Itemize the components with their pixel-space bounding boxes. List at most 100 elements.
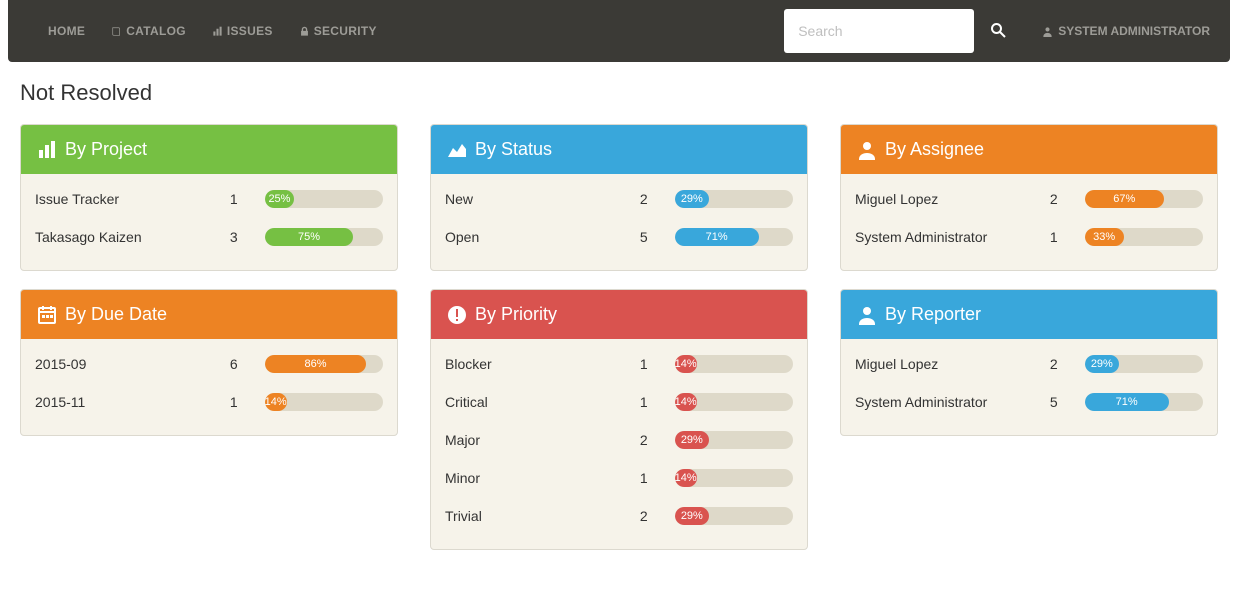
row-count: 3 bbox=[230, 229, 265, 245]
progress-track: 25% bbox=[265, 190, 383, 208]
table-row[interactable]: Critical114% bbox=[445, 383, 793, 421]
lock-icon bbox=[299, 26, 310, 37]
row-count: 5 bbox=[640, 229, 675, 245]
table-row[interactable]: Issue Tracker125% bbox=[35, 180, 383, 218]
row-label: Blocker bbox=[445, 356, 640, 372]
progress-pct: 14% bbox=[675, 472, 697, 484]
panel-title: By Status bbox=[475, 139, 552, 160]
calendar-icon bbox=[37, 305, 57, 325]
table-row[interactable]: System Administrator1 33% bbox=[855, 218, 1203, 256]
panel-title: By Project bbox=[65, 139, 147, 160]
row-label: System Administrator bbox=[855, 394, 1050, 410]
bar-chart-icon bbox=[37, 140, 57, 160]
progress-bar: 14% bbox=[675, 393, 697, 411]
page: Not Resolved By Project Issue Tracker125%… bbox=[0, 62, 1238, 568]
row-count: 1 bbox=[640, 356, 675, 372]
panel-title: By Priority bbox=[475, 304, 557, 325]
progress-pct: 71% bbox=[1116, 396, 1138, 408]
row-count: 1 bbox=[1050, 229, 1085, 245]
row-label: Miguel Lopez bbox=[855, 356, 1050, 372]
panels-grid: By ProjectIssue Tracker125%Takasago Kaiz… bbox=[20, 124, 1218, 550]
progress-pct: 75% bbox=[298, 231, 320, 243]
panel-status: By Status New229% Open5 71% bbox=[430, 124, 808, 271]
progress-bar: 25% bbox=[265, 190, 295, 208]
nav-issues-label: ISSUES bbox=[227, 24, 273, 38]
panel-body: Miguel Lopez229% System Administrator5 71% bbox=[841, 339, 1217, 435]
nav-catalog[interactable]: CATALOG bbox=[111, 24, 186, 38]
progress-pct: 33% bbox=[1093, 231, 1115, 243]
table-row[interactable]: Miguel Lopez229% bbox=[855, 345, 1203, 383]
row-label: Takasago Kaizen bbox=[35, 229, 230, 245]
table-row[interactable]: 2015-11114% bbox=[35, 383, 383, 421]
book-icon bbox=[111, 26, 122, 37]
progress-pct: 71% bbox=[706, 231, 728, 243]
user-icon bbox=[857, 305, 877, 325]
progress-bar: 71% bbox=[675, 228, 759, 246]
table-row[interactable]: New229% bbox=[445, 180, 793, 218]
nav-home-label: HOME bbox=[48, 24, 85, 38]
panel-head-priority: By Priority bbox=[431, 290, 807, 339]
progress-pct: 29% bbox=[681, 510, 703, 522]
nav-user[interactable]: SYSTEM ADMINISTRATOR bbox=[1042, 24, 1210, 38]
row-count: 1 bbox=[640, 394, 675, 410]
panel-project: By ProjectIssue Tracker125%Takasago Kaiz… bbox=[20, 124, 398, 271]
progress-track: 67% bbox=[1085, 190, 1203, 208]
row-label: 2015-09 bbox=[35, 356, 230, 372]
row-count: 2 bbox=[1050, 191, 1085, 207]
progress-bar: 33% bbox=[1085, 228, 1124, 246]
area-chart-icon bbox=[447, 140, 467, 160]
row-label: Minor bbox=[445, 470, 640, 486]
row-label: Trivial bbox=[445, 508, 640, 524]
nav-issues[interactable]: ISSUES bbox=[212, 24, 273, 38]
table-row[interactable]: Open5 71% bbox=[445, 218, 793, 256]
table-row[interactable]: Takasago Kaizen3 75% bbox=[35, 218, 383, 256]
user-icon bbox=[857, 140, 877, 160]
table-row[interactable]: Minor114% bbox=[445, 459, 793, 497]
row-count: 5 bbox=[1050, 394, 1085, 410]
progress-pct: 25% bbox=[268, 193, 290, 205]
table-row[interactable]: Trivial2 29% bbox=[445, 497, 793, 535]
table-row[interactable]: Miguel Lopez2 67% bbox=[855, 180, 1203, 218]
progress-track: 14% bbox=[675, 355, 793, 373]
search-input[interactable] bbox=[784, 9, 974, 53]
panel-title: By Due Date bbox=[65, 304, 167, 325]
panel-title: By Reporter bbox=[885, 304, 981, 325]
panel-duedate: By Due Date 2015-09686%2015-11114% bbox=[20, 289, 398, 436]
row-label: Miguel Lopez bbox=[855, 191, 1050, 207]
nav-home[interactable]: HOME bbox=[48, 24, 85, 38]
progress-pct: 67% bbox=[1113, 193, 1135, 205]
progress-track: 71% bbox=[1085, 393, 1203, 411]
row-label: Open bbox=[445, 229, 640, 245]
progress-track: 75% bbox=[265, 228, 383, 246]
search-button[interactable] bbox=[974, 22, 1022, 41]
progress-bar: 14% bbox=[265, 393, 287, 411]
row-count: 2 bbox=[640, 191, 675, 207]
table-row[interactable]: 2015-09686% bbox=[35, 345, 383, 383]
exclamation-icon bbox=[447, 305, 467, 325]
row-label: System Administrator bbox=[855, 229, 1050, 245]
progress-pct: 14% bbox=[675, 396, 697, 408]
navbar: HOME CATALOG ISSUES SECURITY SYSTEM ADMI… bbox=[8, 0, 1230, 62]
row-count: 2 bbox=[640, 508, 675, 524]
table-row[interactable]: Major229% bbox=[445, 421, 793, 459]
table-row[interactable]: System Administrator5 71% bbox=[855, 383, 1203, 421]
row-count: 1 bbox=[640, 470, 675, 486]
panel-head-duedate: By Due Date bbox=[21, 290, 397, 339]
nav-user-label: SYSTEM ADMINISTRATOR bbox=[1058, 24, 1210, 38]
nav-security-label: SECURITY bbox=[314, 24, 377, 38]
page-title: Not Resolved bbox=[20, 80, 1218, 106]
table-row[interactable]: Blocker114% bbox=[445, 345, 793, 383]
progress-bar: 29% bbox=[675, 431, 709, 449]
progress-pct: 29% bbox=[1091, 358, 1113, 370]
nav-security[interactable]: SECURITY bbox=[299, 24, 377, 38]
progress-bar: 29% bbox=[1085, 355, 1119, 373]
panel-head-assignee: By Assignee bbox=[841, 125, 1217, 174]
progress-bar: 67% bbox=[1085, 190, 1164, 208]
panel-title: By Assignee bbox=[885, 139, 984, 160]
row-count: 6 bbox=[230, 356, 265, 372]
panel-body: New229% Open5 71% bbox=[431, 174, 807, 270]
progress-track: 71% bbox=[675, 228, 793, 246]
progress-track: 29% bbox=[675, 190, 793, 208]
progress-track: 14% bbox=[675, 393, 793, 411]
progress-track: 14% bbox=[265, 393, 383, 411]
